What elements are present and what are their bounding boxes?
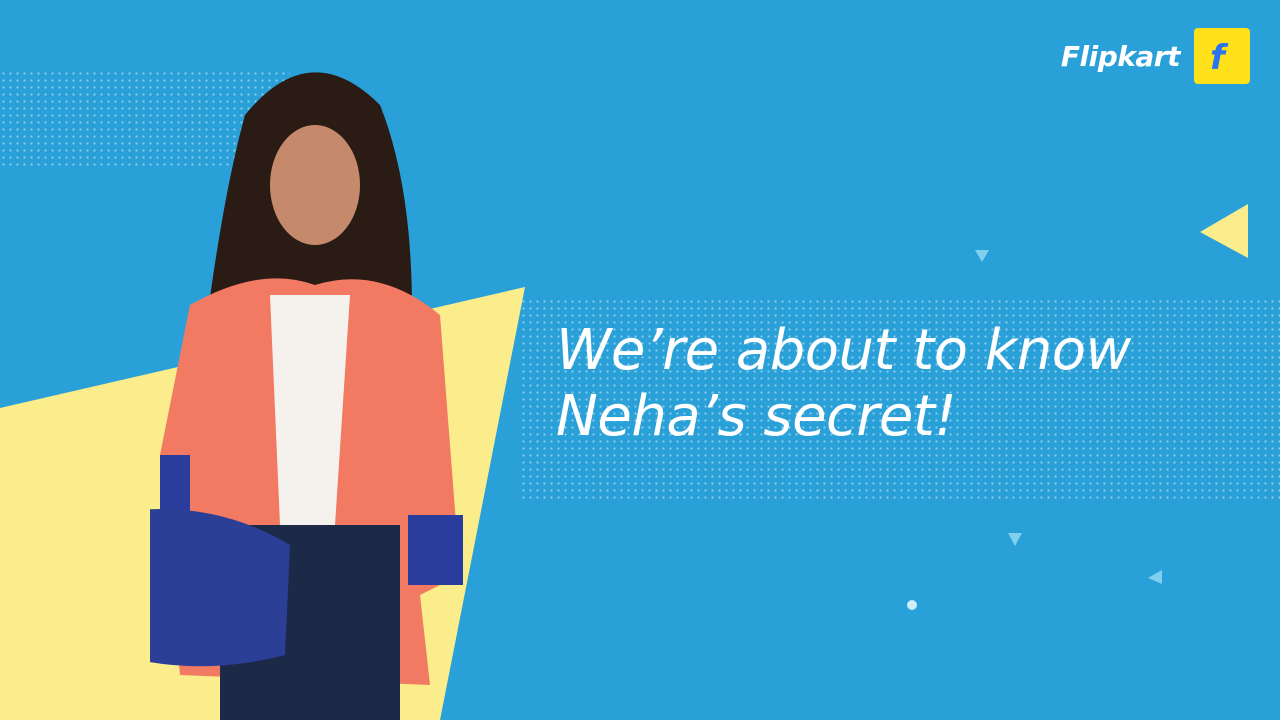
headline-line-1: We’re about to know <box>556 318 1131 383</box>
small-triangle <box>1148 570 1162 584</box>
yellow-triangle-right <box>1200 204 1248 258</box>
small-triangle <box>975 250 989 262</box>
brand-name: Flipkart <box>1060 39 1181 73</box>
flipkart-bag-icon: f <box>1194 28 1250 84</box>
flipkart-logo[interactable]: Flipkart f <box>1061 28 1250 84</box>
headline-line-2: Neha’s secret! <box>556 384 957 449</box>
small-triangle <box>1008 533 1022 546</box>
headline: We’re about to know Neha’s secret! <box>556 318 1131 450</box>
small-dot <box>907 600 917 610</box>
model-with-handbag-image <box>150 72 463 720</box>
